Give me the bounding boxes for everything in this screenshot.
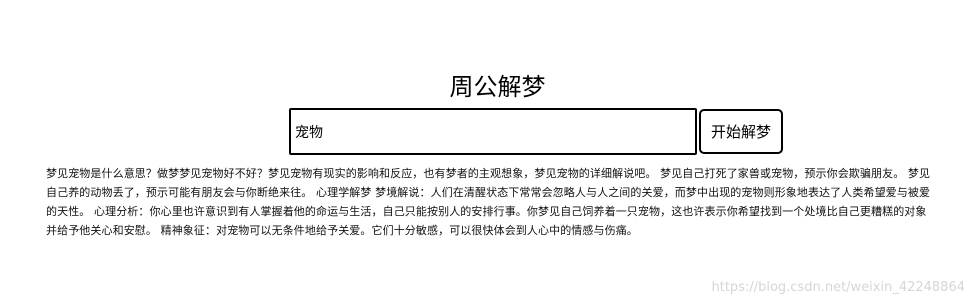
watermark: https://blog.csdn.net/weixin_42248864 [711, 280, 965, 295]
dream-keyword-input[interactable] [289, 108, 697, 155]
search-bar: 开始解梦 [289, 108, 783, 155]
page-title: 周公解梦 [449, 73, 546, 102]
dream-interpretation-result: 梦见宠物是什么意思？做梦梦见宠物好不好？梦见宠物有现实的影响和反应，也有梦者的主… [46, 167, 931, 237]
start-interpretation-button[interactable]: 开始解梦 [699, 109, 783, 154]
